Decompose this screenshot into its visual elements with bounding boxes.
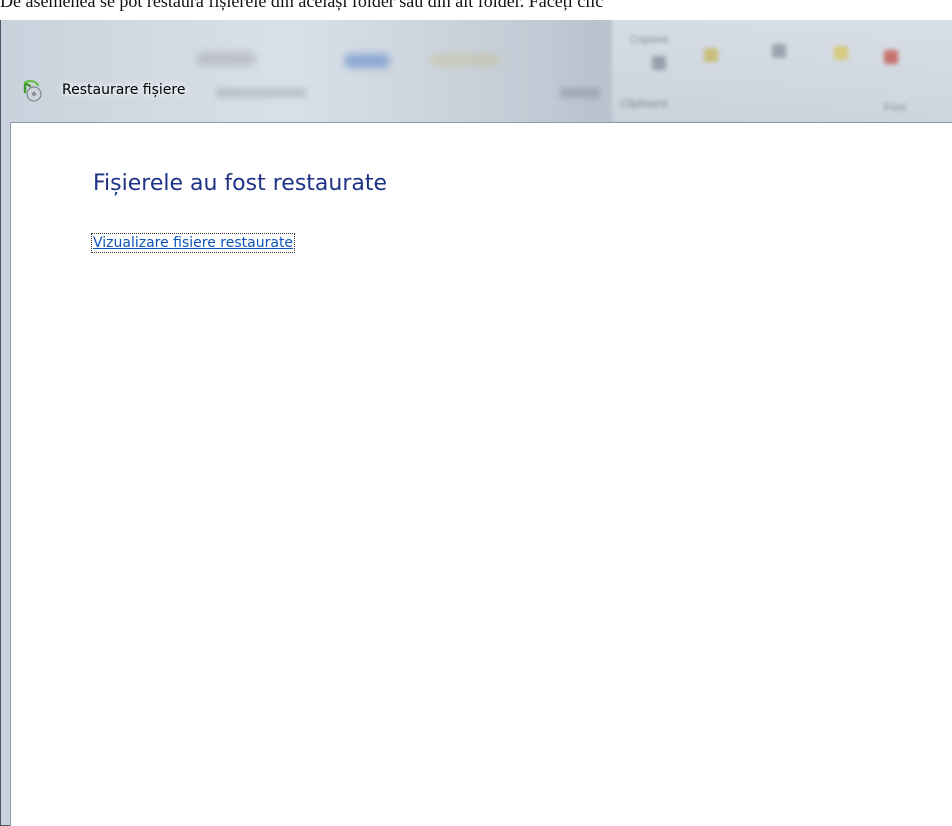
window-titlebar[interactable]: Copiere Clipboard Font Restaurare fișier… [0,6,952,122]
restore-files-window: Copiere Clipboard Font Restaurare fișier… [0,6,952,826]
restore-files-icon [23,80,42,102]
blurred-ribbon-font-label: Font [884,102,907,114]
blurred-list-icon [772,44,786,58]
blurred-background-shape [216,88,306,98]
blurred-font-color-icon [884,50,898,64]
blurred-background-shape [344,54,390,68]
view-restored-files-link[interactable]: Vizualizare fisiere restaurate [90,233,296,253]
blurred-ribbon-clipboard-label: Clipboard [620,98,668,110]
blurred-background-shape [430,54,500,66]
blurred-ribbon: Copiere Clipboard Font [612,6,952,122]
blurred-format-painter-icon [704,48,718,62]
blurred-background-shape [196,52,256,66]
blurred-highlight-icon [834,46,848,60]
window-client-area: Fișierele au fost restaurate Vizualizare… [10,122,952,826]
blurred-ribbon-copy-label: Copiere [630,34,669,46]
blurred-cut-icon [652,56,666,70]
blurred-background-shape [560,88,600,98]
background-document-text: De asemenea se pot restaura fișierele di… [0,0,952,20]
window-title: Restaurare fișiere [62,82,186,98]
background-document-line: De asemenea se pot restaura fișierele di… [0,0,604,11]
page-title: Fișierele au fost restaurate [93,171,388,196]
